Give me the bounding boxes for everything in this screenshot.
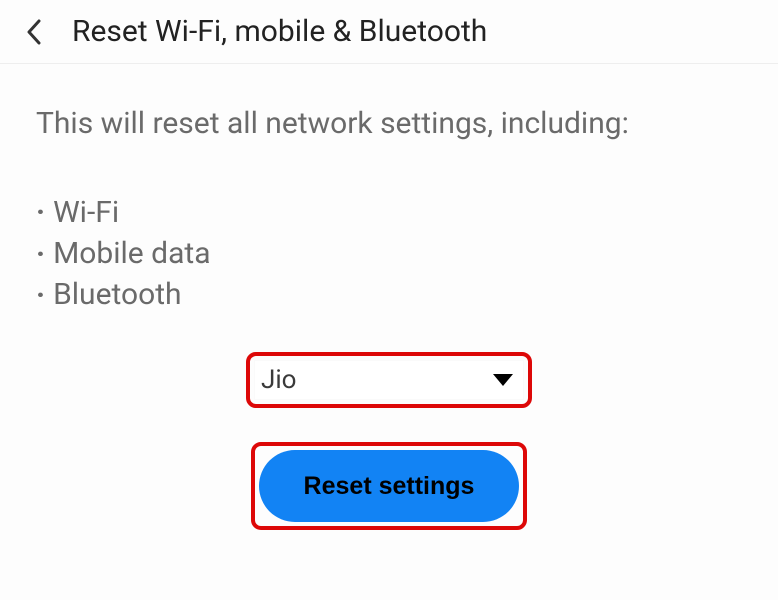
reset-description: This will reset all network settings, in… xyxy=(36,104,742,145)
content-area: This will reset all network settings, in… xyxy=(0,64,778,570)
reset-list: Wi-Fi Mobile data Bluetooth xyxy=(36,193,742,317)
sim-select-dropdown[interactable]: Jio xyxy=(254,360,524,400)
list-item: Wi-Fi xyxy=(36,193,742,234)
sim-select-highlight: Jio xyxy=(246,352,532,408)
list-item: Bluetooth xyxy=(36,275,742,316)
chevron-down-icon xyxy=(493,374,513,386)
reset-button-label: Reset settings xyxy=(304,472,475,501)
back-icon[interactable] xyxy=(20,18,48,46)
controls: Jio Reset settings xyxy=(36,352,742,530)
page-title: Reset Wi-Fi, mobile & Bluetooth xyxy=(72,14,487,49)
header: Reset Wi-Fi, mobile & Bluetooth xyxy=(0,0,778,64)
sim-select-label: Jio xyxy=(261,365,297,395)
reset-button-highlight: Reset settings xyxy=(251,442,527,530)
reset-settings-button[interactable]: Reset settings xyxy=(259,450,519,522)
list-item: Mobile data xyxy=(36,234,742,275)
